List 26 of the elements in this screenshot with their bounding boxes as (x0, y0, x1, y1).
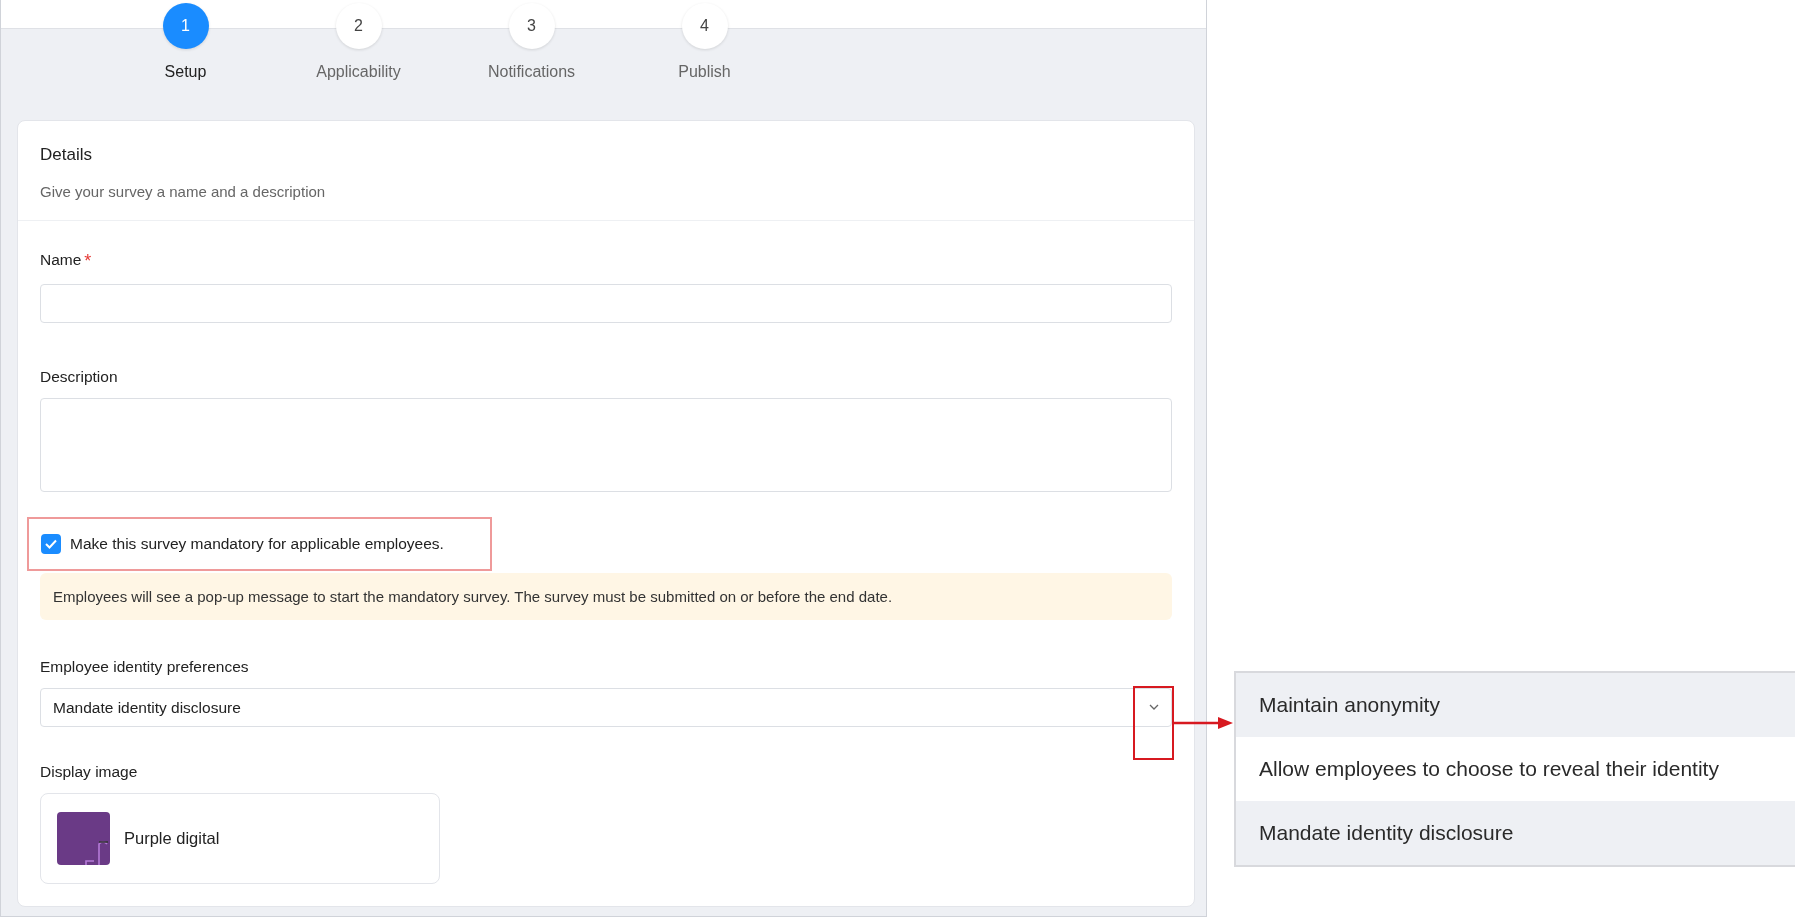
image-card[interactable]: Purple digital (40, 793, 440, 884)
checkmark-icon (45, 539, 57, 549)
info-banner: Employees will see a pop-up message to start the mandatory survey. The survey must be submitted on or before the end date. (40, 573, 1172, 620)
section-title: Details (40, 145, 93, 165)
step-label[interactable]: Notifications (487, 63, 576, 81)
checkbox-label[interactable]: Make this survey mandatory for applicable employees. (70, 535, 444, 553)
step-label[interactable]: Setup (164, 63, 207, 81)
required-mark: * (84, 251, 92, 272)
step-label[interactable]: Applicability (316, 63, 401, 81)
identity-select[interactable]: Mandate identity disclosure (40, 688, 1172, 727)
field-label: Description (40, 368, 119, 386)
field-label: Employee identity preferences (40, 658, 250, 676)
image-name: Purple digital (124, 829, 220, 848)
checkbox[interactable] (41, 534, 61, 554)
dropdown-option[interactable]: Maintain anonymity (1236, 673, 1795, 737)
step-label[interactable]: Publish (678, 63, 731, 81)
name-input-field[interactable] (40, 284, 1172, 323)
dropdown-option[interactable]: Mandate identity disclosure (1236, 801, 1795, 865)
chevron-down-icon (1149, 704, 1159, 710)
field-label: Display image (40, 763, 139, 781)
dropdown-option[interactable]: Allow employees to choose to reveal their identity (1236, 737, 1795, 801)
field-label: Name (40, 251, 82, 269)
arrow-pointer (1172, 716, 1234, 730)
description-input-field[interactable] (40, 398, 1172, 492)
image-thumbnail (57, 812, 110, 865)
section-subtitle: Give your survey a name and a description (40, 183, 327, 200)
